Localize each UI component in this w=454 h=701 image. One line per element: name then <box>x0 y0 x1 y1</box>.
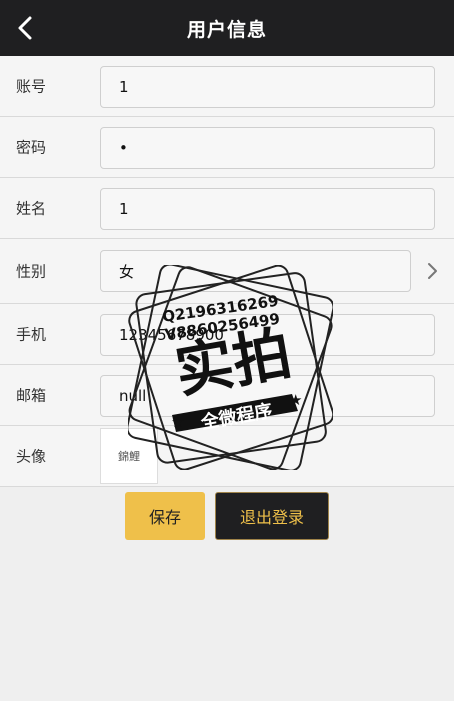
email-row: 邮箱 null <box>0 365 454 426</box>
account-input[interactable]: 1 <box>100 66 435 108</box>
back-icon[interactable] <box>12 12 40 44</box>
avatar-row: 头像 錦鯉 <box>0 426 454 487</box>
name-row: 姓名 1 <box>0 178 454 239</box>
account-label: 账号 <box>16 77 47 96</box>
email-input[interactable]: null <box>100 375 435 417</box>
phone-input[interactable]: 12345678900 <box>100 314 435 356</box>
email-label: 邮箱 <box>16 386 47 405</box>
password-label: 密码 <box>16 138 47 157</box>
chevron-right-icon[interactable] <box>424 259 442 283</box>
phone-label: 手机 <box>16 325 47 344</box>
gender-select[interactable]: 女 <box>100 250 411 292</box>
logout-button[interactable]: 退出登录 <box>215 492 329 540</box>
page-title: 用户信息 <box>186 18 267 41</box>
phone-row: 手机 12345678900 <box>0 304 454 365</box>
user-info-form: 账号 1 密码 • 姓名 1 性别 女 手机 12345678900 邮箱 nu… <box>0 56 454 487</box>
password-row: 密码 • <box>0 117 454 178</box>
name-label: 姓名 <box>16 199 47 218</box>
header-bar: 用户信息 <box>0 0 454 56</box>
action-bar: 保存 退出登录 <box>0 492 454 540</box>
save-button[interactable]: 保存 <box>125 492 205 540</box>
password-input[interactable]: • <box>100 127 435 169</box>
gender-row: 性别 女 <box>0 239 454 304</box>
gender-label: 性别 <box>16 262 47 281</box>
avatar-image[interactable]: 錦鯉 <box>100 428 158 484</box>
account-row: 账号 1 <box>0 56 454 117</box>
avatar-label: 头像 <box>16 447 47 466</box>
avatar-text: 錦鯉 <box>118 450 140 463</box>
name-input[interactable]: 1 <box>100 188 435 230</box>
